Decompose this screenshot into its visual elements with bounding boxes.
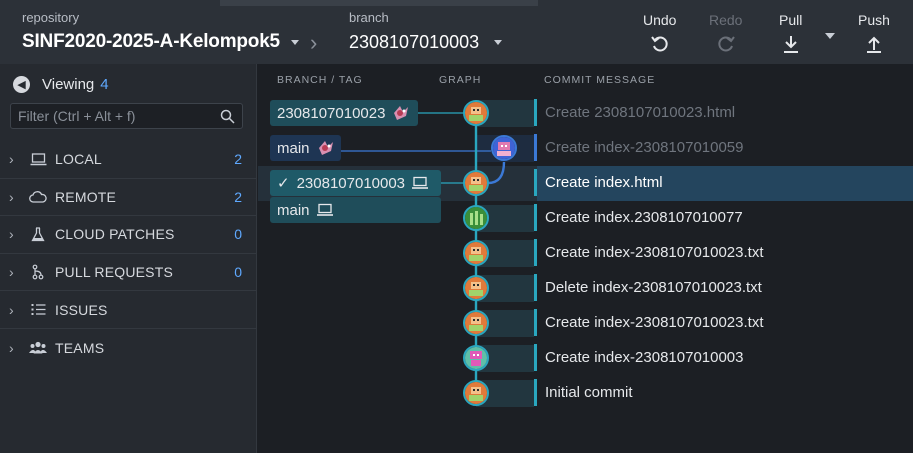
chevron-right-icon[interactable]: › bbox=[9, 151, 17, 167]
commit-avatar-icon[interactable] bbox=[463, 240, 489, 266]
filter-input[interactable] bbox=[11, 104, 211, 128]
commit-message[interactable]: Create 2308107010023.html bbox=[545, 104, 735, 121]
branch-selector[interactable]: 2308107010003 bbox=[349, 32, 479, 53]
viewing-count: 4 bbox=[100, 76, 109, 93]
ref-label: main bbox=[277, 139, 310, 157]
sidebar-section-local[interactable]: › LOCAL 2 bbox=[0, 141, 256, 179]
sidebar-section-teams[interactable]: › TEAMS bbox=[0, 329, 256, 367]
sidebar-section-label: LOCAL bbox=[55, 151, 102, 168]
branch-label: branch bbox=[349, 10, 389, 25]
ref-label: 2308107010023 bbox=[277, 104, 386, 122]
commit-avatar-icon[interactable] bbox=[491, 135, 517, 161]
commit-avatar-icon[interactable] bbox=[463, 100, 489, 126]
commit-message[interactable]: Create index-2308107010023.txt bbox=[545, 314, 764, 331]
sidebar-section-count: 2 bbox=[234, 151, 242, 168]
list-icon bbox=[29, 302, 47, 318]
checkmark-icon: ✓ bbox=[277, 175, 290, 192]
cloud-icon bbox=[29, 189, 47, 205]
laptop-icon bbox=[411, 176, 429, 190]
remote-avatar-icon bbox=[316, 139, 336, 157]
branch-caret-icon[interactable] bbox=[494, 40, 502, 45]
repository-caret-icon[interactable] bbox=[291, 40, 299, 45]
remote-main-ref[interactable]: main bbox=[270, 135, 341, 161]
ref-label: main bbox=[277, 201, 310, 219]
undo-button[interactable]: Undo bbox=[643, 12, 676, 54]
left-panel: ◀ Viewing 4 › LOCAL 2 › REMOTE 2 › bbox=[0, 64, 257, 453]
chevron-right-icon[interactable]: › bbox=[9, 340, 17, 356]
sidebar-section-label: REMOTE bbox=[55, 188, 117, 205]
repository-selector[interactable]: SINF2020-2025-A-Kelompok5 bbox=[22, 31, 280, 53]
sidebar-section-label: TEAMS bbox=[55, 339, 105, 356]
collapse-panel-icon[interactable]: ◀ bbox=[13, 76, 30, 93]
local-main-ref[interactable]: main bbox=[270, 197, 441, 223]
pull-label: Pull bbox=[779, 12, 803, 28]
flask-icon bbox=[29, 226, 47, 242]
commit-avatar-icon[interactable] bbox=[463, 380, 489, 406]
chevron-right-icon[interactable]: › bbox=[9, 226, 17, 242]
toolbar: repository SINF2020-2025-A-Kelompok5 › b… bbox=[0, 0, 913, 64]
redo-button[interactable]: Redo bbox=[709, 12, 742, 54]
commit-message[interactable]: Create index.html bbox=[545, 174, 663, 191]
sidebar-section-pull-requests[interactable]: › PULL REQUESTS 0 bbox=[0, 254, 256, 292]
commit-avatar-icon[interactable] bbox=[463, 310, 489, 336]
local-current-branch-ref[interactable]: ✓ 2308107010003 bbox=[270, 170, 441, 196]
pull-icon bbox=[783, 36, 798, 53]
laptop-icon bbox=[316, 203, 334, 217]
sidebar-section-cloud-patches[interactable]: › CLOUD PATCHES 0 bbox=[0, 216, 256, 254]
commit-message[interactable]: Initial commit bbox=[545, 384, 633, 401]
chevron-right-icon[interactable]: › bbox=[9, 264, 17, 280]
filter-box[interactable] bbox=[10, 103, 243, 129]
sidebar-section-count: 0 bbox=[234, 226, 242, 243]
sidebar-section-label: PULL REQUESTS bbox=[55, 264, 174, 281]
commit-avatar-icon[interactable] bbox=[463, 205, 489, 231]
push-icon bbox=[866, 36, 881, 53]
commit-avatar-icon[interactable] bbox=[463, 170, 489, 196]
pull-button[interactable]: Pull bbox=[779, 12, 802, 54]
commit-avatar-icon[interactable] bbox=[463, 275, 489, 301]
chevron-right-icon: › bbox=[310, 30, 318, 55]
sidebar-sections: › LOCAL 2 › REMOTE 2 › CLOUD PATCHES 0 › bbox=[0, 141, 256, 367]
pull-request-icon bbox=[29, 264, 47, 280]
sidebar-section-label: ISSUES bbox=[55, 301, 108, 318]
remote-avatar-icon bbox=[391, 104, 411, 122]
redo-icon bbox=[718, 36, 735, 52]
undo-label: Undo bbox=[643, 12, 677, 28]
search-icon bbox=[220, 109, 235, 124]
push-button[interactable]: Push bbox=[858, 12, 890, 54]
commit-avatar-icon[interactable] bbox=[463, 345, 489, 371]
chevron-right-icon[interactable]: › bbox=[9, 189, 17, 205]
sidebar-section-remote[interactable]: › REMOTE 2 bbox=[0, 179, 256, 217]
chevron-right-icon[interactable]: › bbox=[9, 302, 17, 318]
commit-message[interactable]: Create index-2308107010023.txt bbox=[545, 244, 764, 261]
repository-label: repository bbox=[22, 10, 80, 25]
laptop-icon bbox=[29, 151, 47, 167]
remote-branch-ref[interactable]: 2308107010023 bbox=[270, 100, 418, 126]
ref-label: 2308107010003 bbox=[296, 174, 406, 192]
toolbar-tab-strip bbox=[220, 0, 538, 6]
undo-icon bbox=[650, 36, 668, 52]
sidebar-section-count: 2 bbox=[234, 188, 242, 205]
sidebar-section-issues[interactable]: › ISSUES bbox=[0, 291, 256, 329]
viewing-label: Viewing bbox=[42, 76, 95, 93]
team-icon bbox=[29, 340, 47, 356]
commit-message[interactable]: Create index-2308107010059 bbox=[545, 139, 744, 156]
pull-options-caret-icon[interactable] bbox=[825, 33, 835, 39]
push-label: Push bbox=[858, 12, 890, 28]
commit-message[interactable]: Create index.2308107010077 bbox=[545, 209, 743, 226]
sidebar-section-count: 0 bbox=[234, 264, 242, 281]
redo-label: Redo bbox=[709, 12, 743, 28]
viewing-header: ◀ Viewing 4 bbox=[13, 76, 109, 93]
sidebar-section-label: CLOUD PATCHES bbox=[55, 226, 175, 243]
commit-graph-panel: BRANCH / TAG GRAPH COMMIT MESSAGE 230810… bbox=[258, 64, 913, 453]
commit-message[interactable]: Create index-2308107010003 bbox=[545, 349, 744, 366]
commit-message[interactable]: Delete index-2308107010023.txt bbox=[545, 279, 762, 296]
